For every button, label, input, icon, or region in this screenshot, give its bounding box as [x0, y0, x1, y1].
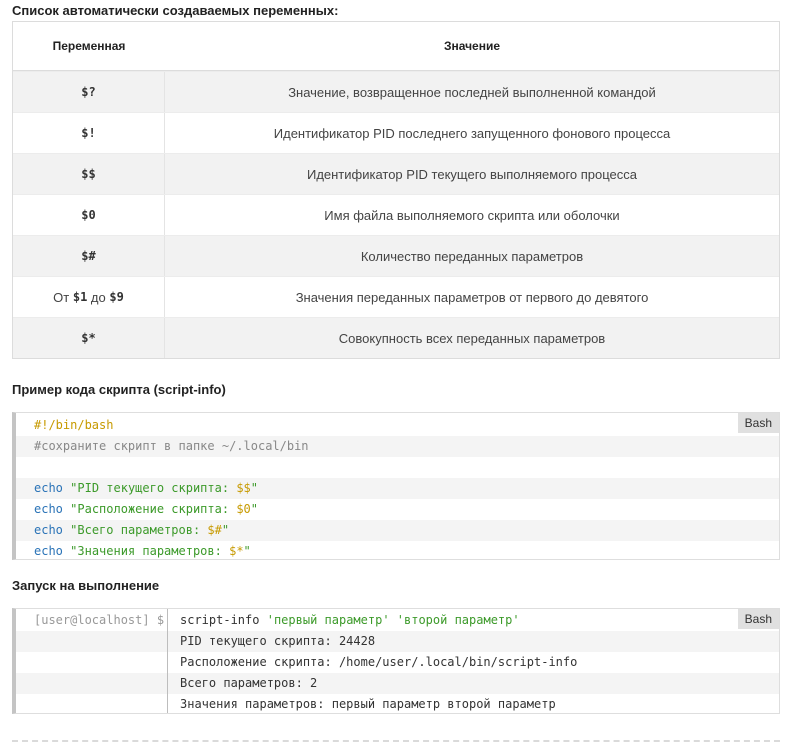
code-string-end: " [250, 502, 258, 516]
code-line: echo "PID текущего скрипта: $$" [16, 478, 779, 499]
output-text: Расположение скрипта: /home/user/.local/… [180, 655, 578, 669]
variable-name: $* [81, 331, 96, 345]
variable-name: $# [81, 249, 96, 263]
output-line: PID текущего скрипта: 24428 [168, 631, 779, 652]
code-string: "Всего параметров: [70, 523, 208, 537]
code-string-end: " [250, 481, 258, 495]
prompt-line: [user@localhost] $ [16, 610, 167, 631]
prompt-line [16, 652, 167, 673]
variable-name: $! [81, 126, 96, 140]
variable-description: Идентификатор PID текущего выполняемого … [306, 166, 638, 182]
table-row: $0 Имя файла выполняемого скрипта или об… [13, 194, 779, 235]
header-variable: Переменная [52, 39, 126, 53]
output-text: Значения параметров: первый параметр вто… [180, 697, 556, 711]
table-row: От $1 до $9 Значения переданных параметр… [13, 276, 779, 317]
command-arg-2: 'второй параметр' [396, 613, 520, 627]
code-keyword: echo [34, 481, 63, 495]
command-name: script-info [180, 613, 260, 627]
variable-name: $? [81, 85, 96, 99]
code-string: "Расположение скрипта: [70, 502, 237, 516]
script-code-block[interactable]: Bash #!/bin/bash #сохраните скрипт в пап… [12, 412, 780, 560]
table-row: $$ Идентификатор PID текущего выполняемо… [13, 153, 779, 194]
variable-description: Значения переданных параметров от первог… [295, 289, 649, 305]
table-row: $# Количество переданных параметров [13, 235, 779, 276]
range-mid: до [87, 289, 110, 305]
code-string: "Значения параметров: [70, 544, 230, 558]
prompt-column: [user@localhost] $ [16, 609, 168, 713]
language-badge: Bash [737, 609, 779, 629]
code-keyword: echo [34, 544, 63, 558]
variables-table: Переменная Значение $? Значение, возвращ… [12, 21, 780, 359]
code-line: echo "Расположение скрипта: $0" [16, 499, 779, 520]
table-row: $! Идентификатор PID последнего запущенн… [13, 112, 779, 153]
table-row: $* Совокупность всех переданных параметр… [13, 317, 779, 358]
header-value: Значение [443, 39, 501, 53]
output-text: PID текущего скрипта: 24428 [180, 634, 376, 648]
variable-description: Количество переданных параметров [360, 248, 584, 264]
code-variable: $$ [236, 481, 251, 495]
variable-name: $$ [81, 167, 96, 181]
output-text: Всего параметров: 2 [180, 676, 318, 690]
shebang: #!/bin/bash [34, 418, 114, 432]
code-variable: $# [207, 523, 222, 537]
command-arg-1: 'первый параметр' [266, 613, 390, 627]
run-section-title: Запуск на выполнение [12, 578, 160, 593]
language-badge: Bash [737, 413, 779, 433]
code-variable: $* [229, 544, 244, 558]
variable-description: Совокупность всех переданных параметров [338, 330, 606, 346]
code-line: echo "Значения параметров: $*" [16, 541, 779, 562]
code-string-end: " [243, 544, 251, 558]
output-line: Расположение скрипта: /home/user/.local/… [168, 652, 779, 673]
variable-name-end: $9 [109, 290, 124, 304]
variable-name: $1 [72, 290, 88, 304]
run-terminal-block[interactable]: [user@localhost] $ Bash script-info 'пер… [12, 608, 780, 714]
prompt-line [16, 673, 167, 694]
code-variable: $0 [236, 502, 251, 516]
section-divider [12, 740, 780, 742]
command-line: script-info 'первый параметр' 'второй па… [168, 610, 779, 631]
output-line: Всего параметров: 2 [168, 673, 779, 694]
output-line: Значения параметров: первый параметр вто… [168, 694, 779, 715]
shell-prompt: [user@localhost] $ [34, 613, 165, 627]
table-header: Переменная Значение [13, 22, 779, 71]
variable-description: Значение, возвращенное последней выполне… [288, 84, 656, 100]
variable-name: $0 [81, 208, 96, 222]
prompt-line [16, 631, 167, 652]
variable-description: Идентификатор PID последнего запущенного… [273, 125, 671, 141]
code-line: #!/bin/bash [16, 415, 779, 436]
code-string: "PID текущего скрипта: [70, 481, 237, 495]
variables-section-title: Список автоматически создаваемых перемен… [12, 3, 339, 18]
variable-description: Имя файла выполняемого скрипта или оболо… [324, 207, 620, 223]
output-column: Bash script-info 'первый параметр' 'втор… [168, 609, 779, 713]
code-keyword: echo [34, 502, 63, 516]
code-string-end: " [221, 523, 230, 537]
table-row: $? Значение, возвращенное последней выпо… [13, 71, 779, 112]
code-comment: #сохраните скрипт в папке ~/.local/bin [34, 439, 309, 453]
code-line: echo "Всего параметров: $#" [16, 520, 779, 541]
code-line: #сохраните скрипт в папке ~/.local/bin [16, 436, 779, 457]
script-section-title: Пример кода скрипта (script-info) [12, 382, 226, 397]
code-keyword: echo [34, 523, 63, 537]
range-prefix: От [53, 289, 73, 305]
